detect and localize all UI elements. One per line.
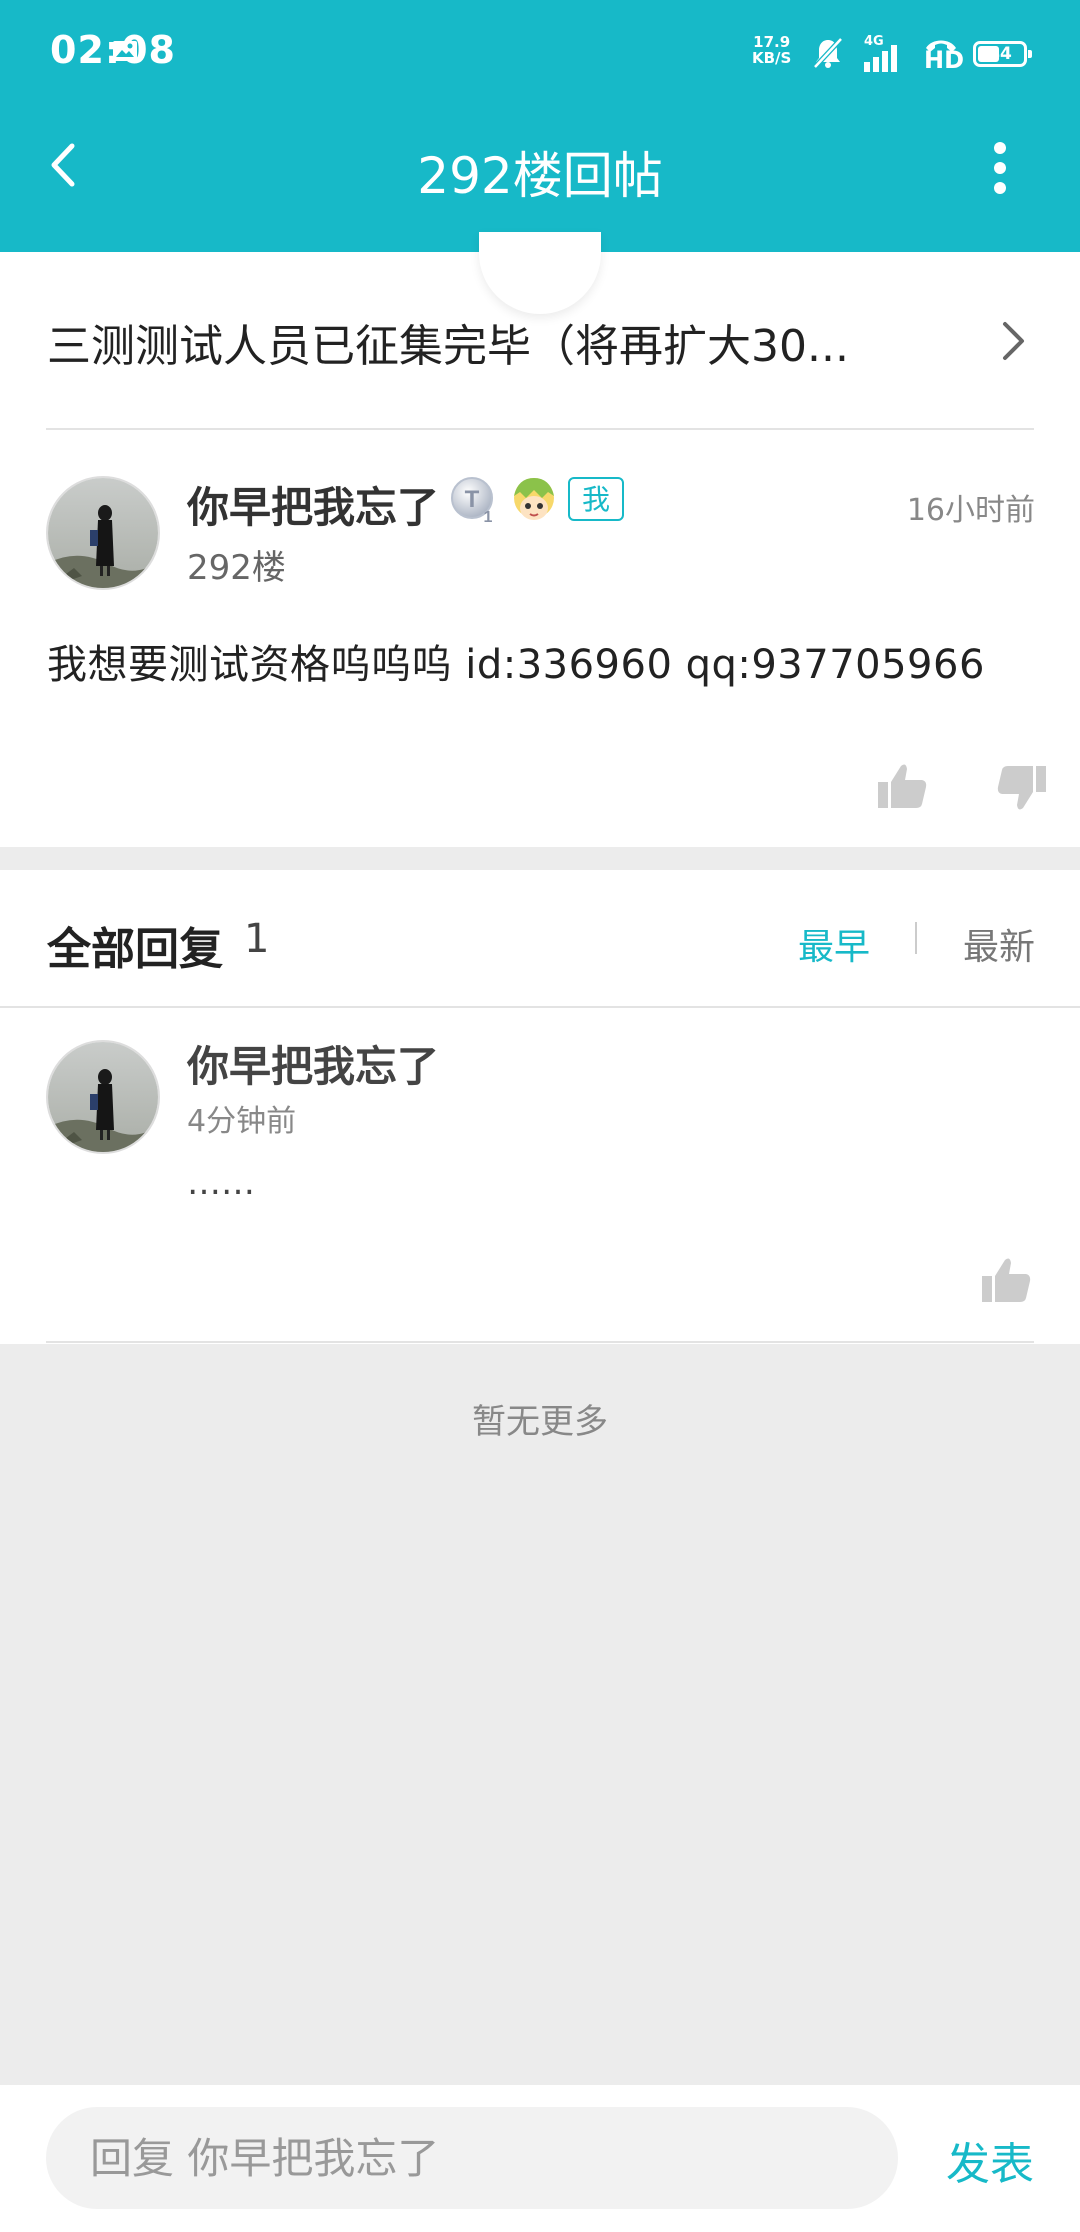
sort-earliest-tab[interactable]: 最早 [798, 918, 870, 970]
svg-text:T: T [465, 486, 480, 513]
sort-latest-tab[interactable]: 最新 [963, 918, 1035, 970]
reply-time: 4分钟前 [187, 1104, 297, 1139]
reply-avatar[interactable] [46, 1040, 160, 1154]
reply-input[interactable] [46, 2107, 898, 2209]
thumbs-up-icon[interactable] [876, 760, 928, 812]
image-notification-icon [113, 41, 137, 61]
divider [46, 428, 1034, 430]
post-username[interactable]: 你早把我忘了 [187, 474, 439, 535]
svg-text:1: 1 [484, 509, 493, 524]
post-content: 我想要测试资格呜呜呜 id:336960 qq:937705966 [47, 642, 985, 688]
replies-title: 全部回复 [47, 924, 223, 975]
nav-bar: 292楼回帖 [0, 108, 1080, 252]
thumbs-down-icon[interactable] [996, 762, 1048, 814]
me-badge: 我 [568, 477, 624, 521]
level-badge-icon: T 1 [451, 477, 493, 524]
sort-divider [915, 922, 917, 954]
post-time: 16小时前 [906, 493, 1035, 528]
signal-icon [864, 45, 897, 72]
page-title: 292楼回帖 [417, 147, 663, 205]
reply-content: …… [187, 1163, 255, 1203]
reply-thumbs-up-icon[interactable] [980, 1254, 1032, 1306]
status-bar: 02:08 17.9 KB/S 4G HD 44 [0, 0, 1080, 108]
replies-count: 1 [244, 916, 270, 962]
chevron-right-icon[interactable] [995, 318, 1031, 364]
floor-number: 292楼 [187, 548, 286, 588]
battery-indicator: 44 [973, 41, 1032, 67]
no-more-text: 暂无更多 [472, 1402, 608, 1442]
send-button[interactable]: 发表 [946, 2128, 1034, 2192]
net-speed: 17.9 KB/S [752, 33, 792, 67]
avatar[interactable] [46, 476, 160, 590]
thread-title-link[interactable]: 三测测试人员已征集完毕（将再扩大30... [47, 310, 947, 374]
reply-bar: 发表 [0, 2085, 1080, 2232]
more-options-icon[interactable] [975, 140, 1025, 196]
bell-muted-icon [813, 37, 843, 69]
top-bar: 02:08 17.9 KB/S 4G HD 44 292楼回帖 [0, 0, 1080, 252]
reply-username[interactable]: 你早把我忘了 [187, 1033, 439, 1094]
hd-label: HD [924, 46, 965, 74]
cartoon-badge-icon [514, 478, 554, 520]
divider [0, 1006, 1080, 1008]
divider [46, 1341, 1034, 1343]
